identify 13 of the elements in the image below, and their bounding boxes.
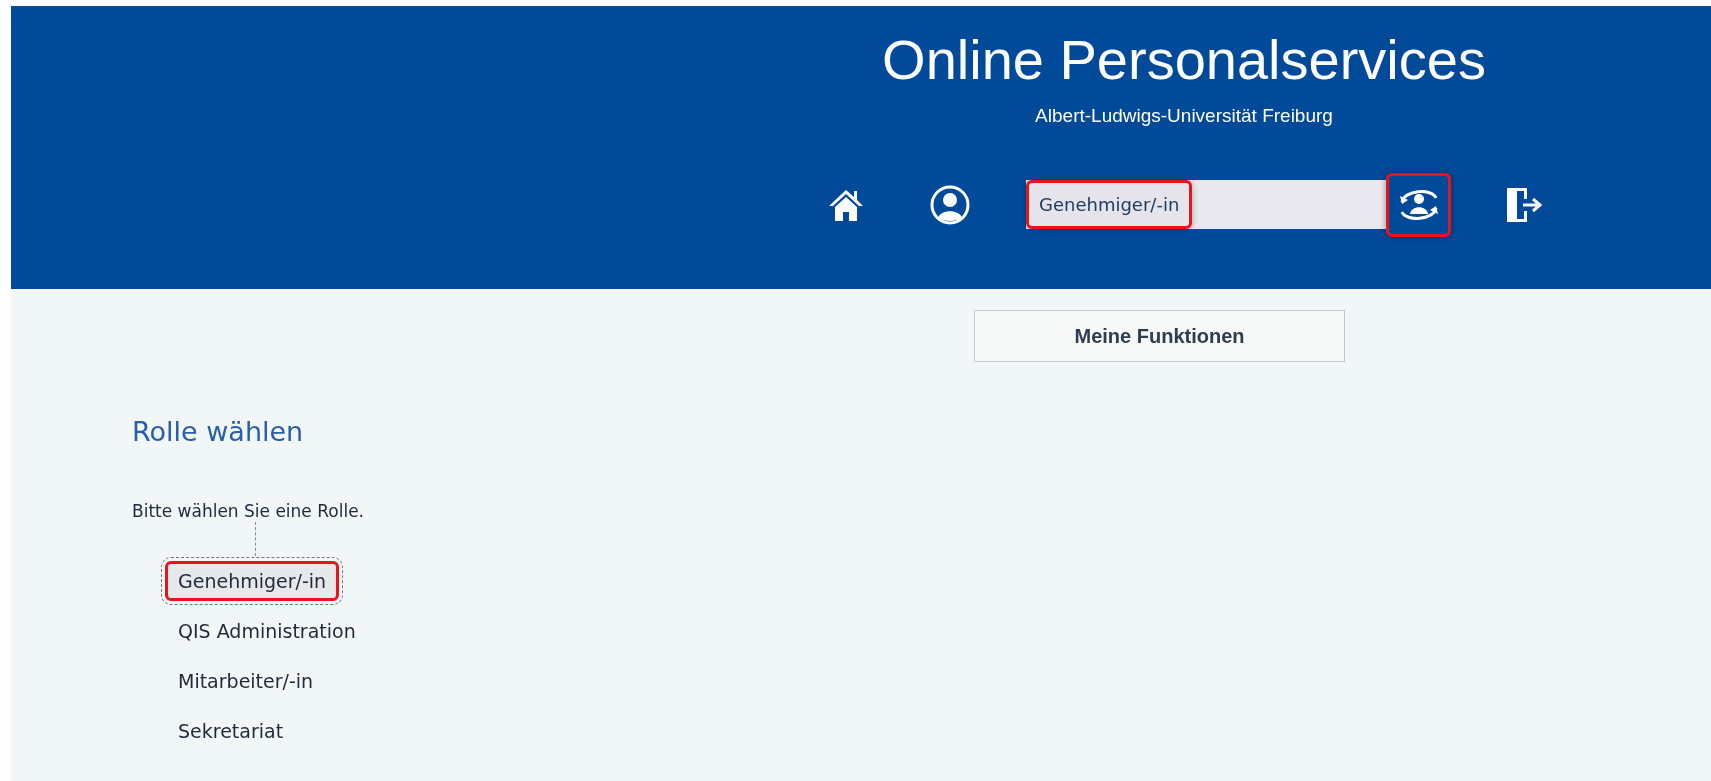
connector-line bbox=[255, 522, 256, 556]
user-icon[interactable] bbox=[930, 184, 970, 225]
instruction-text: Bitte wählen Sie eine Rolle. bbox=[132, 499, 364, 523]
role-link[interactable]: QIS Administration bbox=[165, 610, 369, 652]
role-link[interactable]: Sekretariat bbox=[165, 710, 297, 752]
switch-role-button[interactable] bbox=[1386, 172, 1451, 237]
functions-button[interactable]: Meine Funktionen bbox=[974, 310, 1345, 362]
home-icon[interactable] bbox=[828, 187, 864, 222]
role-link[interactable]: Mitarbeiter/-in bbox=[165, 660, 327, 702]
site-subtitle: Albert-Ludwigs-Universität Freiburg bbox=[1035, 104, 1333, 128]
role-field[interactable]: Genehmiger/-in bbox=[1026, 180, 1193, 229]
section-heading: Rolle wählen bbox=[132, 415, 304, 449]
site-title: Online Personalservices bbox=[882, 27, 1486, 93]
